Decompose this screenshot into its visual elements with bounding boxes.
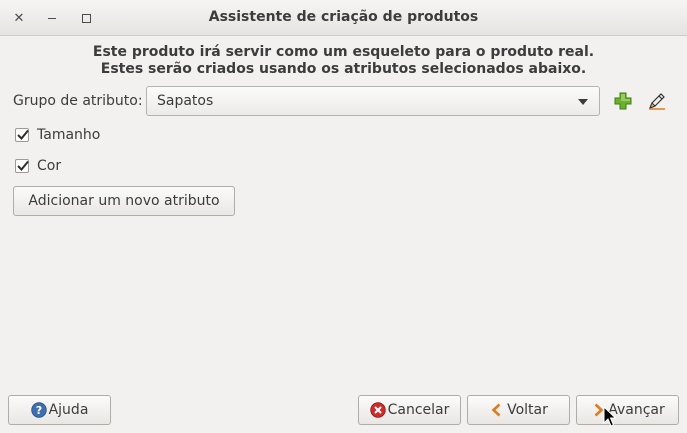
- description-line-1: Este produto irá servir como um esquelet…: [92, 44, 595, 60]
- cancel-icon: [369, 402, 386, 418]
- next-button[interactable]: Avançar: [576, 395, 679, 425]
- attribute-checkbox-row[interactable]: Cor: [15, 156, 61, 176]
- pencil-icon[interactable]: [646, 90, 668, 112]
- window-titlebar: ✕ Assistente de criação de produtos: [0, 0, 687, 36]
- cancel-button[interactable]: Cancelar: [358, 395, 461, 425]
- attribute-label: Tamanho: [37, 127, 101, 143]
- back-label: Voltar: [507, 402, 548, 418]
- back-button[interactable]: Voltar: [467, 395, 570, 425]
- mouse-pointer-icon: [603, 405, 617, 428]
- chevron-left-icon: [489, 402, 505, 418]
- add-attribute-label: Adicionar um novo atributo: [28, 193, 220, 209]
- attribute-label: Cor: [37, 158, 62, 174]
- attribute-group-value: Sapatos: [157, 93, 214, 109]
- help-icon: ?: [30, 402, 47, 418]
- plus-icon[interactable]: [612, 90, 634, 112]
- help-label: Ajuda: [48, 402, 89, 418]
- attribute-group-label: Grupo de atributo:: [13, 93, 143, 109]
- cancel-label: Cancelar: [387, 402, 450, 418]
- dropdown-arrow-icon: [578, 99, 588, 105]
- add-attribute-button[interactable]: Adicionar um novo atributo: [13, 186, 235, 216]
- description-line-2: Estes serão criados usando os atributos …: [100, 61, 587, 77]
- attribute-checkbox-row[interactable]: Tamanho: [15, 125, 100, 145]
- help-button[interactable]: ? Ajuda: [8, 395, 111, 425]
- wizard-description: Este produto irá servir como um esquelet…: [0, 44, 687, 78]
- svg-text:?: ?: [35, 404, 41, 417]
- checkbox[interactable]: [15, 159, 29, 173]
- checkbox[interactable]: [15, 128, 29, 142]
- window-title: Assistente de criação de produtos: [208, 9, 479, 25]
- attribute-group-select[interactable]: Sapatos: [146, 86, 600, 116]
